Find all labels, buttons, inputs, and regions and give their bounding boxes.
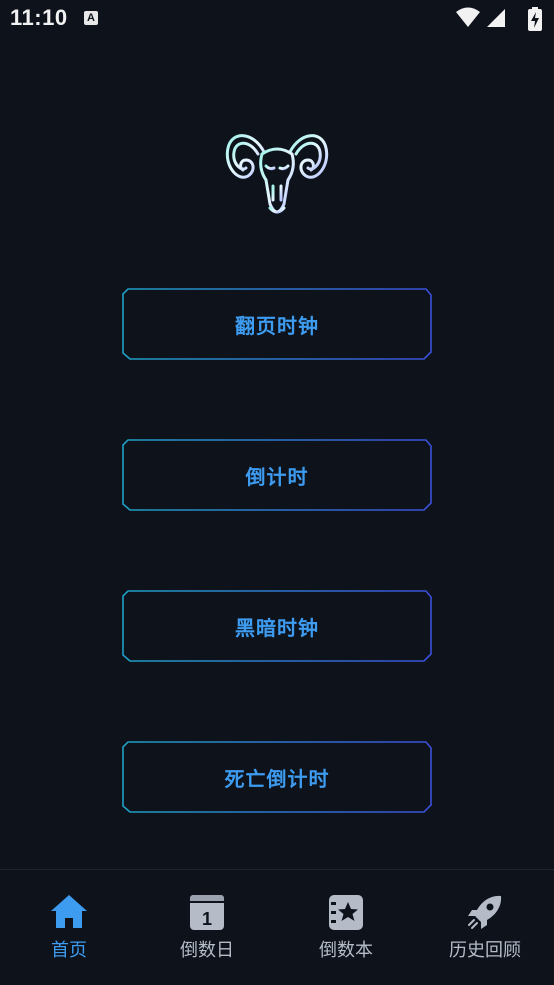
dark-clock-label: 黑暗时钟 [235,615,319,640]
flip-clock-button[interactable]: 翻页时钟 [122,288,432,360]
nav-label-history: 历史回顾 [449,940,521,961]
nav-item-history[interactable]: 历史回顾 [416,870,554,985]
countdown-button[interactable]: 倒计时 [122,439,432,511]
signal-icon [487,9,505,27]
nav-label-countdown-days: 倒数日 [180,940,234,961]
wifi-icon [456,7,480,27]
nav-item-countdown-days[interactable]: 1 倒数日 [138,870,276,985]
flip-clock-label: 翻页时钟 [235,313,319,338]
battery-charging-icon [528,7,542,31]
death-countdown-label: 死亡倒计时 [224,766,330,791]
a-letter-icon: A [84,11,98,25]
dark-clock-button[interactable]: 黑暗时钟 [122,590,432,662]
star-notebook-icon [329,895,363,930]
nav-label-home: 首页 [51,940,87,961]
rocket-icon [468,895,502,929]
nav-item-home[interactable]: 首页 [0,870,138,985]
death-countdown-button[interactable]: 死亡倒计时 [122,741,432,813]
countdown-label: 倒计时 [245,464,309,489]
home-icon [51,895,87,928]
nav-item-countdown-book[interactable]: 倒数本 [277,870,415,985]
bottom-nav: 首页 1 倒数日 倒数本 历史回顾 [0,869,554,985]
svg-text:1: 1 [202,909,212,929]
status-time: 11:10 [10,5,68,30]
ram-skull-icon [225,134,329,214]
calendar-one-icon: 1 [190,895,224,930]
nav-label-countdown-book: 倒数本 [319,940,373,961]
status-bar: 11:10 A [0,0,554,36]
